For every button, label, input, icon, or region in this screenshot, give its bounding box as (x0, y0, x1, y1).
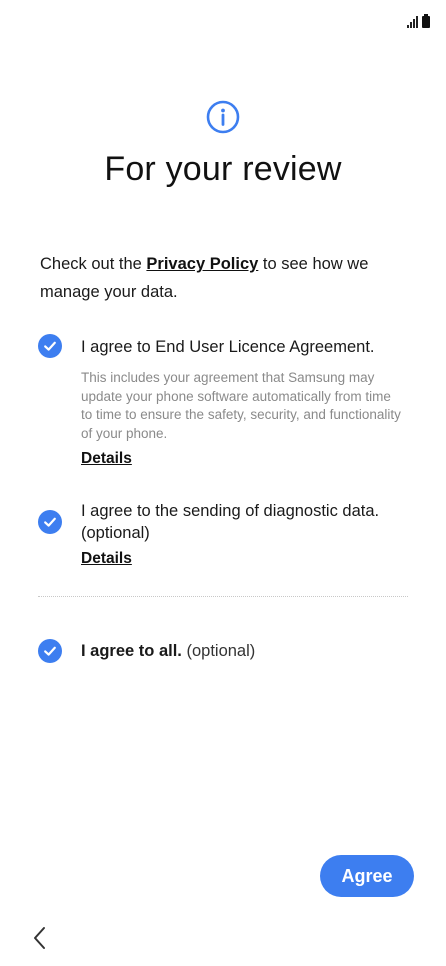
agree-all-label: I agree to all. (optional) (81, 640, 255, 662)
privacy-policy-link[interactable]: Privacy Policy (146, 255, 258, 273)
diagnostic-label: I agree to the sending of diagnostic dat… (81, 502, 380, 542)
diagnostic-details-link[interactable]: Details (81, 550, 132, 568)
intro-text: Check out the Privacy Policy to see how … (40, 250, 410, 306)
diagnostic-checkbox[interactable] (38, 510, 62, 534)
battery-icon (422, 14, 430, 28)
intro-prefix: Check out the (40, 255, 147, 273)
checkmark-icon (44, 517, 56, 527)
info-icon (206, 100, 240, 134)
checkmark-icon (44, 341, 56, 351)
agree-all-text: I agree to all. (81, 642, 182, 660)
agree-all-optional: (optional) (186, 642, 256, 660)
status-bar (407, 12, 430, 28)
page-title: For your review (104, 150, 342, 188)
checkmark-icon (44, 646, 56, 656)
divider (38, 596, 408, 597)
eula-label: I agree to End User Licence Agreement. (81, 338, 375, 356)
signal-icon (407, 16, 418, 28)
chevron-left-icon[interactable] (30, 925, 50, 951)
eula-description: This includes your agreement that Samsun… (81, 370, 401, 441)
eula-details-link[interactable]: Details (81, 450, 132, 468)
agree-button[interactable]: Agree (320, 855, 414, 897)
agree-all-checkbox[interactable] (38, 639, 62, 663)
eula-checkbox[interactable] (38, 334, 62, 358)
